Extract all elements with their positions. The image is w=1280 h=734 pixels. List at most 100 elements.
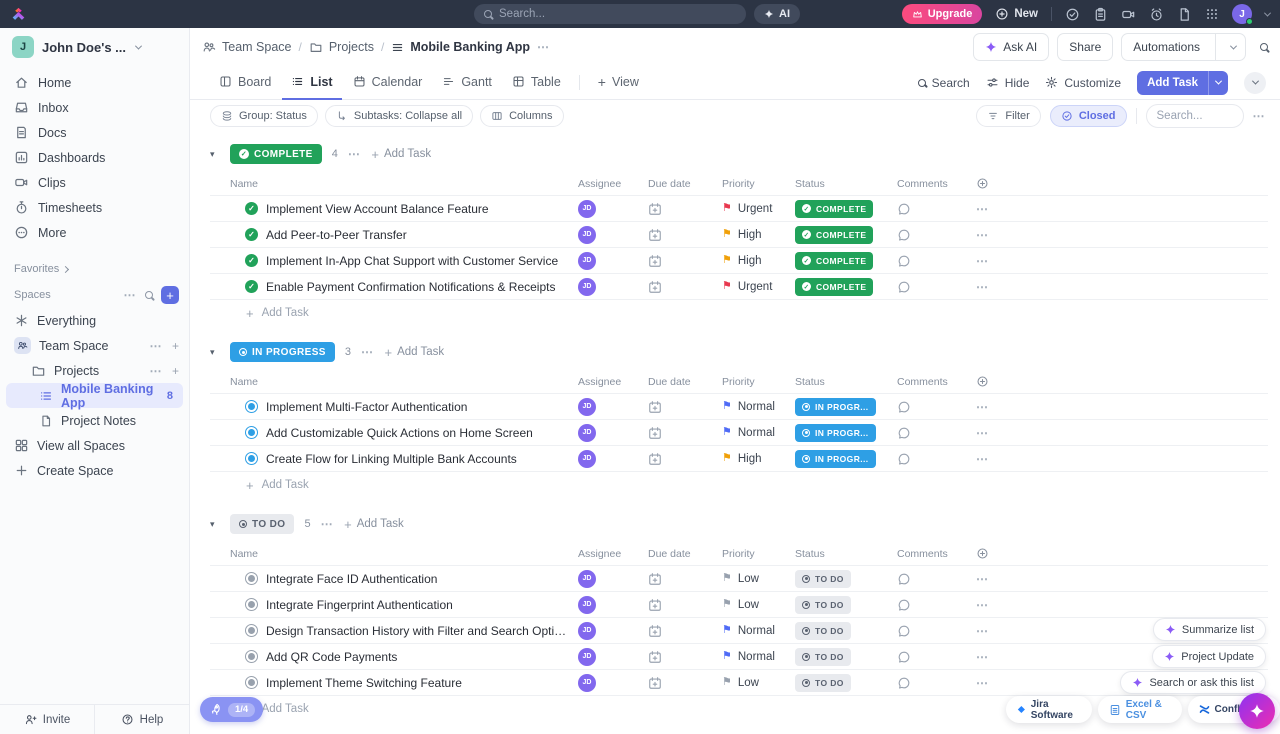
priority-label[interactable]: Normal [738, 427, 775, 439]
excel-csv-button[interactable]: Excel & CSV [1098, 696, 1182, 723]
sidebar-item-project-notes[interactable]: Project Notes [0, 408, 189, 433]
group-more-icon[interactable]: ⋯ [348, 148, 362, 160]
hide-button[interactable]: Hide [986, 76, 1030, 90]
task-row[interactable]: ✓ Implement View Account Balance Feature… [210, 196, 1268, 222]
summarize-list-button[interactable]: Summarize list [1153, 618, 1266, 641]
task-name[interactable]: Create Flow for Linking Multiple Bank Ac… [266, 452, 517, 466]
project-update-button[interactable]: Project Update [1152, 645, 1266, 668]
assignee-avatar[interactable]: JD [578, 596, 596, 614]
due-date-calendar-icon[interactable] [648, 650, 662, 664]
chevron-down-icon[interactable] [1222, 45, 1245, 50]
assignee-avatar[interactable]: JD [578, 622, 596, 640]
column-due-date[interactable]: Due date [640, 376, 714, 388]
filter-pill[interactable]: Filter [976, 105, 1040, 127]
status-badge[interactable]: ✓ TO DO [795, 596, 851, 614]
todo-check-icon[interactable] [1065, 7, 1080, 22]
column-due-date[interactable]: Due date [640, 548, 714, 560]
add-task-row[interactable]: +Add Task [210, 472, 1268, 498]
column-priority[interactable]: Priority [714, 178, 787, 190]
upgrade-button[interactable]: Upgrade [902, 4, 983, 24]
column-comments[interactable]: Comments [889, 376, 968, 388]
sidebar-item-docs[interactable]: Docs [0, 120, 189, 145]
invite-button[interactable]: Invite [0, 705, 95, 734]
projects-more-icon[interactable]: ⋯ [149, 365, 163, 377]
assignee-avatar[interactable]: JD [578, 200, 596, 218]
due-date-calendar-icon[interactable] [648, 280, 662, 294]
priority-label[interactable]: High [738, 453, 762, 465]
priority-label[interactable]: Low [738, 599, 759, 611]
column-name[interactable]: Name [210, 178, 570, 190]
column-due-date[interactable]: Due date [640, 178, 714, 190]
status-badge[interactable]: ✓ COMPLETE [795, 252, 873, 270]
task-status-icon[interactable]: ✓ [245, 572, 258, 585]
tab-list[interactable]: List [282, 66, 341, 100]
task-row[interactable]: ✓ Add Peer-to-Peer Transfer JD ⚑High ✓ C… [210, 222, 1268, 248]
column-status[interactable]: Status [787, 376, 889, 388]
priority-label[interactable]: Low [738, 573, 759, 585]
comment-icon[interactable] [897, 650, 911, 664]
group-add-task-button[interactable]: +Add Task [371, 147, 431, 162]
collapse-group-icon[interactable]: ▾ [210, 519, 220, 530]
add-task-button[interactable]: Add Task [1137, 71, 1228, 95]
status-badge[interactable]: ✓ IN PROGR... [795, 450, 876, 468]
group-add-task-button[interactable]: +Add Task [384, 345, 444, 360]
task-name[interactable]: Add QR Code Payments [266, 650, 397, 664]
columns-pill[interactable]: Columns [480, 105, 563, 127]
comment-icon[interactable] [897, 280, 911, 294]
group-add-task-button[interactable]: +Add Task [344, 517, 404, 532]
column-priority[interactable]: Priority [714, 376, 787, 388]
column-assignee[interactable]: Assignee [570, 548, 640, 560]
task-status-icon[interactable]: ✓ [245, 452, 258, 465]
task-status-icon[interactable]: ✓ [245, 598, 258, 611]
row-more-icon[interactable]: ⋯ [976, 677, 990, 689]
collapse-group-icon[interactable]: ▾ [210, 149, 220, 160]
screen-record-icon[interactable] [1121, 7, 1136, 22]
task-row[interactable]: ✓ Create Flow for Linking Multiple Bank … [210, 446, 1268, 472]
row-more-icon[interactable]: ⋯ [976, 229, 990, 241]
column-status[interactable]: Status [787, 178, 889, 190]
task-status-icon[interactable]: ✓ [245, 202, 258, 215]
column-assignee[interactable]: Assignee [570, 376, 640, 388]
task-name[interactable]: Implement View Account Balance Feature [266, 202, 489, 216]
view-search-icon[interactable] [1260, 43, 1268, 51]
task-name[interactable]: Enable Payment Confirmation Notification… [266, 280, 555, 294]
list-search-box[interactable] [1146, 104, 1244, 128]
row-more-icon[interactable]: ⋯ [976, 203, 990, 215]
task-status-icon[interactable]: ✓ [245, 426, 258, 439]
status-badge[interactable]: ✓ COMPLETE [795, 200, 873, 218]
task-status-icon[interactable]: ✓ [245, 254, 258, 267]
task-row[interactable]: ✓ Design Transaction History with Filter… [210, 618, 1268, 644]
due-date-calendar-icon[interactable] [648, 202, 662, 216]
group-more-icon[interactable]: ⋯ [321, 518, 335, 530]
task-row[interactable]: ✓ Integrate Fingerprint Authentication J… [210, 592, 1268, 618]
priority-label[interactable]: High [738, 255, 762, 267]
assignee-avatar[interactable]: JD [578, 252, 596, 270]
column-comments[interactable]: Comments [889, 178, 968, 190]
task-status-icon[interactable]: ✓ [245, 624, 258, 637]
assignee-avatar[interactable]: JD [578, 674, 596, 692]
sidebar-item-inbox[interactable]: Inbox [0, 95, 189, 120]
sidebar-item-clips[interactable]: Clips [0, 170, 189, 195]
task-row[interactable]: ✓ Integrate Face ID Authentication JD ⚑L… [210, 566, 1268, 592]
row-more-icon[interactable]: ⋯ [976, 401, 990, 413]
team-space-more-icon[interactable]: ⋯ [149, 340, 163, 352]
due-date-calendar-icon[interactable] [648, 598, 662, 612]
due-date-calendar-icon[interactable] [648, 452, 662, 466]
column-status[interactable]: Status [787, 548, 889, 560]
comment-icon[interactable] [897, 624, 911, 638]
priority-label[interactable]: Low [738, 677, 759, 689]
status-badge[interactable]: ✓ TO DO [795, 570, 851, 588]
ai-fab-button[interactable] [1239, 693, 1275, 729]
reminder-clock-icon[interactable] [1149, 7, 1164, 22]
closed-pill[interactable]: Closed [1050, 105, 1127, 127]
assignee-avatar[interactable]: JD [578, 226, 596, 244]
row-more-icon[interactable]: ⋯ [976, 255, 990, 267]
sidebar-item-dashboards[interactable]: Dashboards [0, 145, 189, 170]
task-status-icon[interactable]: ✓ [245, 280, 258, 293]
projects-add-icon[interactable]: + [172, 364, 179, 378]
collapse-group-icon[interactable]: ▾ [210, 347, 220, 358]
add-task-dropdown[interactable] [1208, 71, 1228, 95]
status-badge[interactable]: ✓ TO DO [795, 674, 851, 692]
list-search-input[interactable] [1157, 110, 1233, 122]
group-status-badge[interactable]: ✓ IN PROGRESS [230, 342, 335, 362]
